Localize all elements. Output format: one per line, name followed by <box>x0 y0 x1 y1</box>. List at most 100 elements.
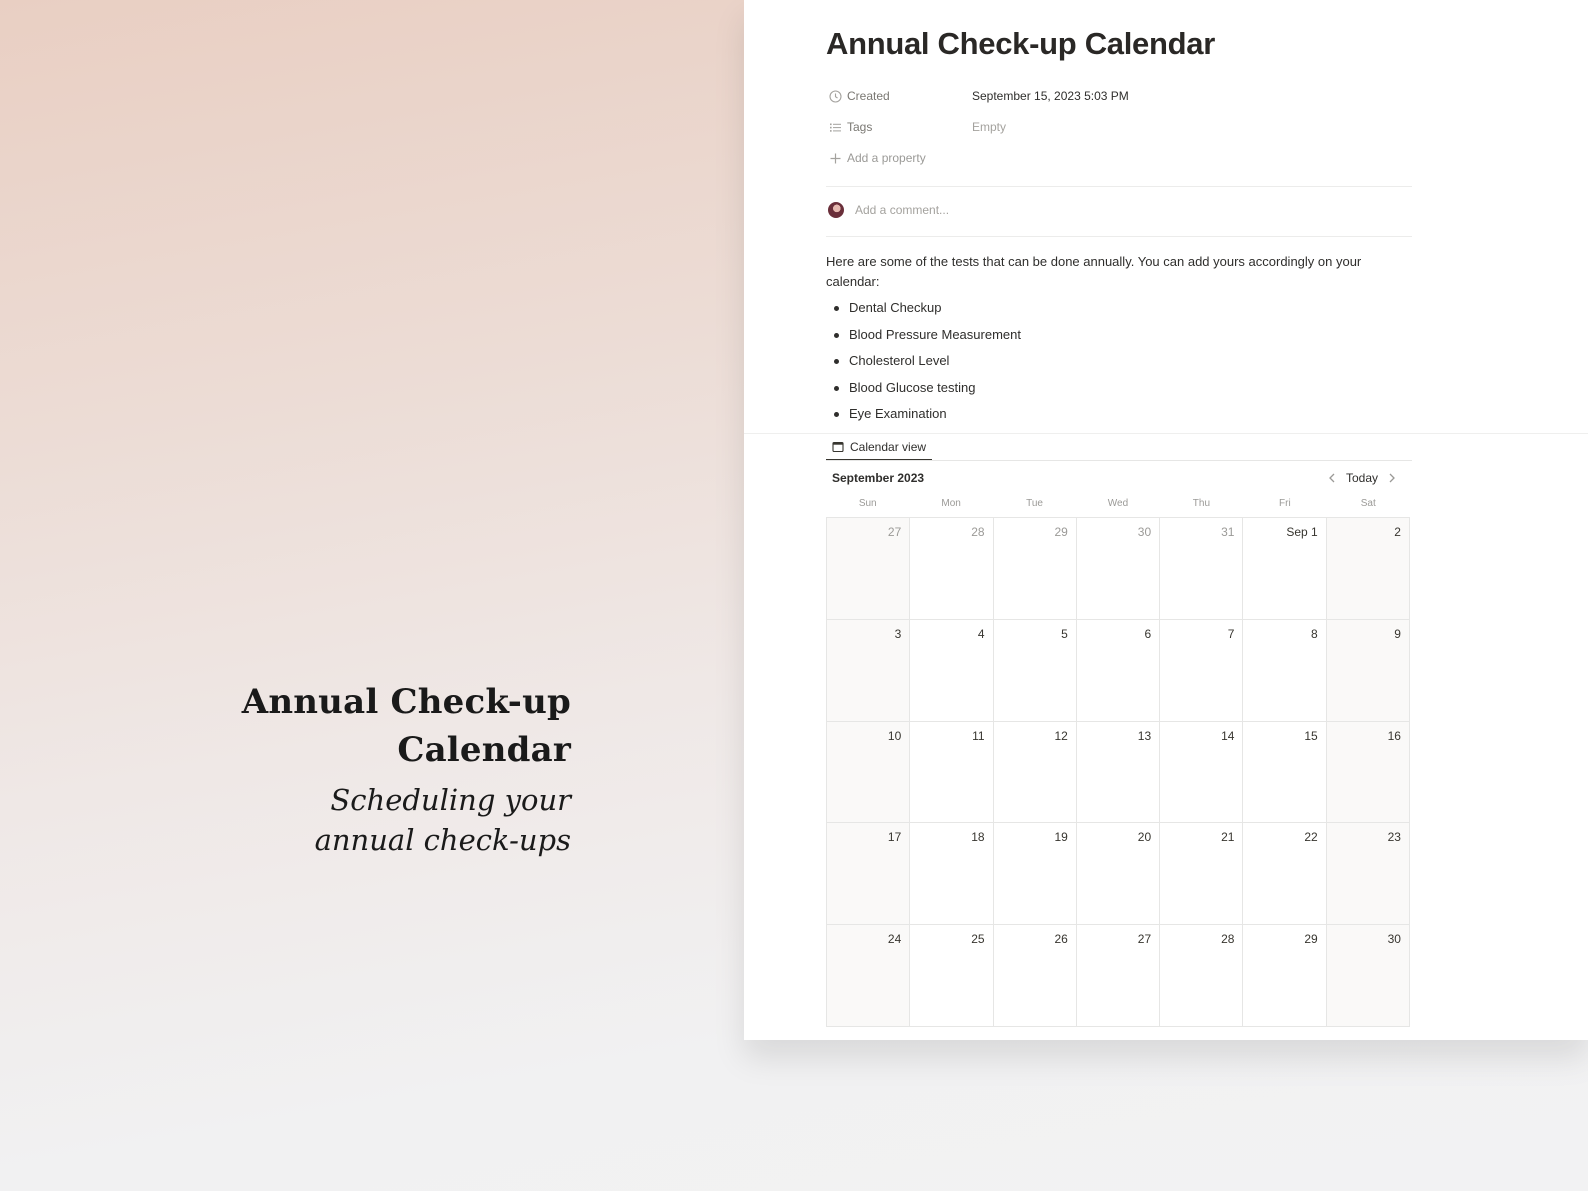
day-number: 14 <box>1221 728 1235 743</box>
weekday-label: Mon <box>941 498 961 509</box>
weekday-label: Tue <box>1026 498 1043 509</box>
calendar-day-cell[interactable]: 26 <box>993 925 1077 1027</box>
page-title[interactable]: Annual Check-up Calendar <box>826 26 1215 62</box>
promo-title: Annual Check-up Calendar <box>131 678 571 774</box>
calendar-day-cell[interactable]: 8 <box>1243 619 1327 722</box>
calendar-day-cell[interactable]: 10 <box>827 721 911 824</box>
plus-icon <box>828 151 842 165</box>
chevron-left-icon[interactable] <box>1324 469 1340 487</box>
day-number: 21 <box>1221 830 1235 845</box>
tab-calendar-view[interactable]: Calendar view <box>826 435 932 461</box>
calendar-day-cell[interactable]: 31 <box>1160 518 1244 620</box>
add-property-label: Add a property <box>847 151 926 165</box>
day-number: 7 <box>1227 626 1235 641</box>
calendar-day-cell[interactable]: 27 <box>1076 925 1161 1027</box>
list-item: Dental Checkup <box>826 298 1021 325</box>
property-value[interactable]: Empty <box>972 120 1006 134</box>
avatar <box>828 202 844 218</box>
calendar-day-cell[interactable]: 12 <box>993 721 1077 824</box>
calendar-day-cell[interactable]: 3 <box>827 619 911 722</box>
promo-title-line-2: Calendar <box>397 730 571 770</box>
day-number: 22 <box>1304 830 1318 845</box>
calendar-day-cell[interactable]: 9 <box>1326 619 1410 722</box>
clock-icon <box>828 89 842 103</box>
today-button[interactable]: Today <box>1346 471 1378 485</box>
calendar-day-cell[interactable]: 7 <box>1160 619 1244 722</box>
promo-title-line-1: Annual Check-up <box>241 682 571 722</box>
calendar-day-cell[interactable]: 5 <box>993 619 1077 722</box>
property-tags[interactable]: Tags Empty <box>828 117 1006 137</box>
weekday-label: Sat <box>1360 498 1376 509</box>
calendar-day-cell[interactable]: 20 <box>1076 823 1161 926</box>
property-label: Created <box>847 89 890 103</box>
calendar-day-cell[interactable]: Sep 1 <box>1243 518 1327 620</box>
calendar-nav: Today <box>1324 469 1400 487</box>
calendar-day-cell[interactable]: 13 <box>1076 721 1161 824</box>
calendar-day-cell[interactable]: 30 <box>1076 518 1161 620</box>
day-number: 10 <box>887 728 902 743</box>
day-number: 16 <box>1387 728 1401 743</box>
day-number: 24 <box>887 932 902 947</box>
calendar-day-cell[interactable]: 19 <box>993 823 1077 926</box>
calendar-day-cell[interactable]: 29 <box>1243 925 1327 1027</box>
calendar-day-cell[interactable]: 17 <box>827 823 911 926</box>
day-number: 18 <box>971 830 985 845</box>
calendar-day-cell[interactable]: 30 <box>1326 925 1410 1027</box>
calendar-day-cell[interactable]: 29 <box>993 518 1077 620</box>
weekday-label: Sun <box>858 498 877 509</box>
day-number: 28 <box>1221 932 1235 947</box>
add-property-button[interactable]: Add a property <box>828 148 926 168</box>
promo-subtitle: Scheduling your annual check-ups <box>131 780 571 860</box>
list-item: Blood Pressure Measurement <box>826 325 1021 352</box>
calendar-day-cell[interactable]: 6 <box>1076 619 1161 722</box>
comment-input[interactable]: Add a comment... <box>828 202 949 218</box>
day-number: 3 <box>894 626 902 641</box>
promo-panel: Annual Check-up Calendar Scheduling your… <box>0 0 744 1191</box>
calendar-day-cell[interactable]: 14 <box>1160 721 1244 824</box>
day-number: 27 <box>887 525 902 539</box>
calendar-day-cell[interactable]: 18 <box>910 823 994 926</box>
calendar-day-cell[interactable]: 24 <box>827 925 911 1027</box>
tab-label: Calendar view <box>850 440 927 454</box>
calendar-day-cell[interactable]: 11 <box>910 721 994 824</box>
list-item: Blood Glucose testing <box>826 378 1021 405</box>
chevron-right-icon[interactable] <box>1384 469 1400 487</box>
calendar-day-cell[interactable]: 4 <box>910 619 994 722</box>
calendar-day-cell[interactable]: 2 <box>1326 518 1410 620</box>
notion-page: Annual Check-up Calendar Created Septemb… <box>744 0 1588 1040</box>
calendar-day-cell[interactable]: 16 <box>1326 721 1410 824</box>
comment-placeholder: Add a comment... <box>855 203 950 217</box>
weekday-label: Thu <box>1192 498 1211 509</box>
calendar-day-cell[interactable]: 23 <box>1326 823 1410 926</box>
weekday-header: Sun Mon Tue Wed Thu Fri Sat <box>826 498 1410 509</box>
day-number: 30 <box>1137 525 1152 539</box>
day-number: 23 <box>1387 830 1401 845</box>
calendar-grid: 27 28 29 30 31 Sep 1 2 3 4 5 6 7 8 9 10 11 12 13 14 15 16 17 1… <box>826 517 1410 1027</box>
calendar-day-cell[interactable]: 22 <box>1243 823 1327 926</box>
day-number: 15 <box>1304 728 1318 743</box>
day-number: 17 <box>887 830 902 845</box>
property-label: Tags <box>847 120 873 134</box>
day-number: 29 <box>1304 932 1318 947</box>
day-number: 19 <box>1054 830 1068 845</box>
calendar-day-cell[interactable]: 28 <box>1160 925 1244 1027</box>
calendar-icon <box>832 441 844 453</box>
promo-subtitle-line-2: annual check-ups <box>314 823 571 857</box>
day-number: 30 <box>1387 932 1401 947</box>
day-number: 29 <box>1054 525 1068 539</box>
list-item: Eye Examination <box>826 404 1021 431</box>
property-created[interactable]: Created September 15, 2023 5:03 PM <box>828 86 1129 106</box>
calendar-day-cell[interactable]: 25 <box>910 925 994 1027</box>
day-number: 25 <box>971 932 985 947</box>
day-number: 26 <box>1054 932 1068 947</box>
calendar-day-cell[interactable]: 27 <box>827 518 911 620</box>
day-number: 27 <box>1137 932 1152 947</box>
calendar-day-cell[interactable]: 21 <box>1160 823 1244 926</box>
calendar-day-cell[interactable]: 15 <box>1243 721 1327 824</box>
day-number: 11 <box>972 728 985 743</box>
day-number: 31 <box>1221 525 1235 539</box>
day-number: 28 <box>971 525 985 539</box>
calendar-day-cell[interactable]: 28 <box>910 518 994 620</box>
divider <box>826 236 1412 237</box>
day-number: 4 <box>977 626 985 641</box>
